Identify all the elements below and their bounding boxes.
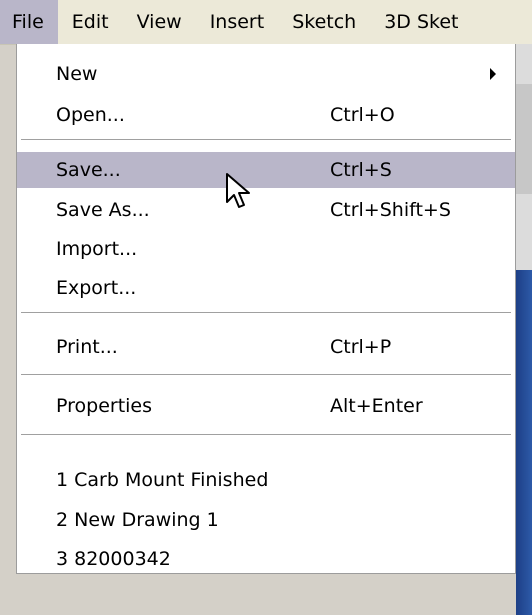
menu-item-label: Save... <box>56 159 121 181</box>
menu-item-label: New <box>56 63 98 85</box>
recent-file-label: 3 82000342 <box>56 548 171 570</box>
background-toolbar <box>516 84 532 194</box>
menu-item-shortcut: Ctrl+O <box>330 104 395 126</box>
menu-item-save-as[interactable]: Save As... Ctrl+Shift+S <box>17 192 515 228</box>
mouse-pointer-icon <box>226 173 250 208</box>
menu-insert[interactable]: Insert <box>196 0 279 44</box>
menu-item-new[interactable]: New <box>17 56 515 92</box>
recent-file-label: 1 Carb Mount Finished <box>56 469 269 491</box>
menu-item-label: Save As... <box>56 199 150 221</box>
menu-3d-sketch[interactable]: 3D Sket <box>370 0 472 44</box>
menu-item-print[interactable]: Print... Ctrl+P <box>17 329 515 365</box>
recent-file-item[interactable]: 3 82000342 <box>17 541 515 577</box>
menu-item-label: Export... <box>56 277 137 299</box>
menu-item-import[interactable]: Import... <box>17 231 515 267</box>
menu-separator <box>21 312 511 313</box>
menu-item-label: Import... <box>56 238 138 260</box>
submenu-arrow-icon <box>490 68 496 80</box>
menu-file[interactable]: File <box>0 0 58 44</box>
menu-item-save[interactable]: Save... Ctrl+S <box>17 152 515 188</box>
menu-separator <box>21 374 511 375</box>
menu-item-shortcut: Alt+Enter <box>330 395 423 417</box>
menu-item-shortcut: Ctrl+P <box>330 336 392 358</box>
menu-item-properties[interactable]: Properties Alt+Enter <box>17 388 515 424</box>
recent-file-item[interactable]: 2 New Drawing 1 <box>17 502 515 538</box>
menu-item-open[interactable]: Open... Ctrl+O <box>17 97 515 133</box>
file-menu-dropdown: New Open... Ctrl+O Save... Ctrl+S Save A… <box>16 44 516 574</box>
background-canvas <box>516 270 532 615</box>
menu-view[interactable]: View <box>123 0 196 44</box>
menu-item-label: Properties <box>56 395 153 417</box>
menu-item-label: Open... <box>56 104 125 126</box>
menu-separator <box>21 434 511 435</box>
menu-bar: File Edit View Insert Sketch 3D Sket <box>0 0 532 45</box>
menu-item-shortcut: Ctrl+Shift+S <box>330 199 451 221</box>
recent-file-label: 2 New Drawing 1 <box>56 509 219 531</box>
menu-sketch[interactable]: Sketch <box>278 0 370 44</box>
menu-item-label: Print... <box>56 336 118 358</box>
background-app-area <box>516 44 532 615</box>
menu-edit[interactable]: Edit <box>58 0 123 44</box>
menu-item-shortcut: Ctrl+S <box>330 159 392 181</box>
recent-file-item[interactable]: 1 Carb Mount Finished <box>17 462 515 498</box>
menu-item-export[interactable]: Export... <box>17 270 515 306</box>
menu-separator <box>21 139 511 140</box>
